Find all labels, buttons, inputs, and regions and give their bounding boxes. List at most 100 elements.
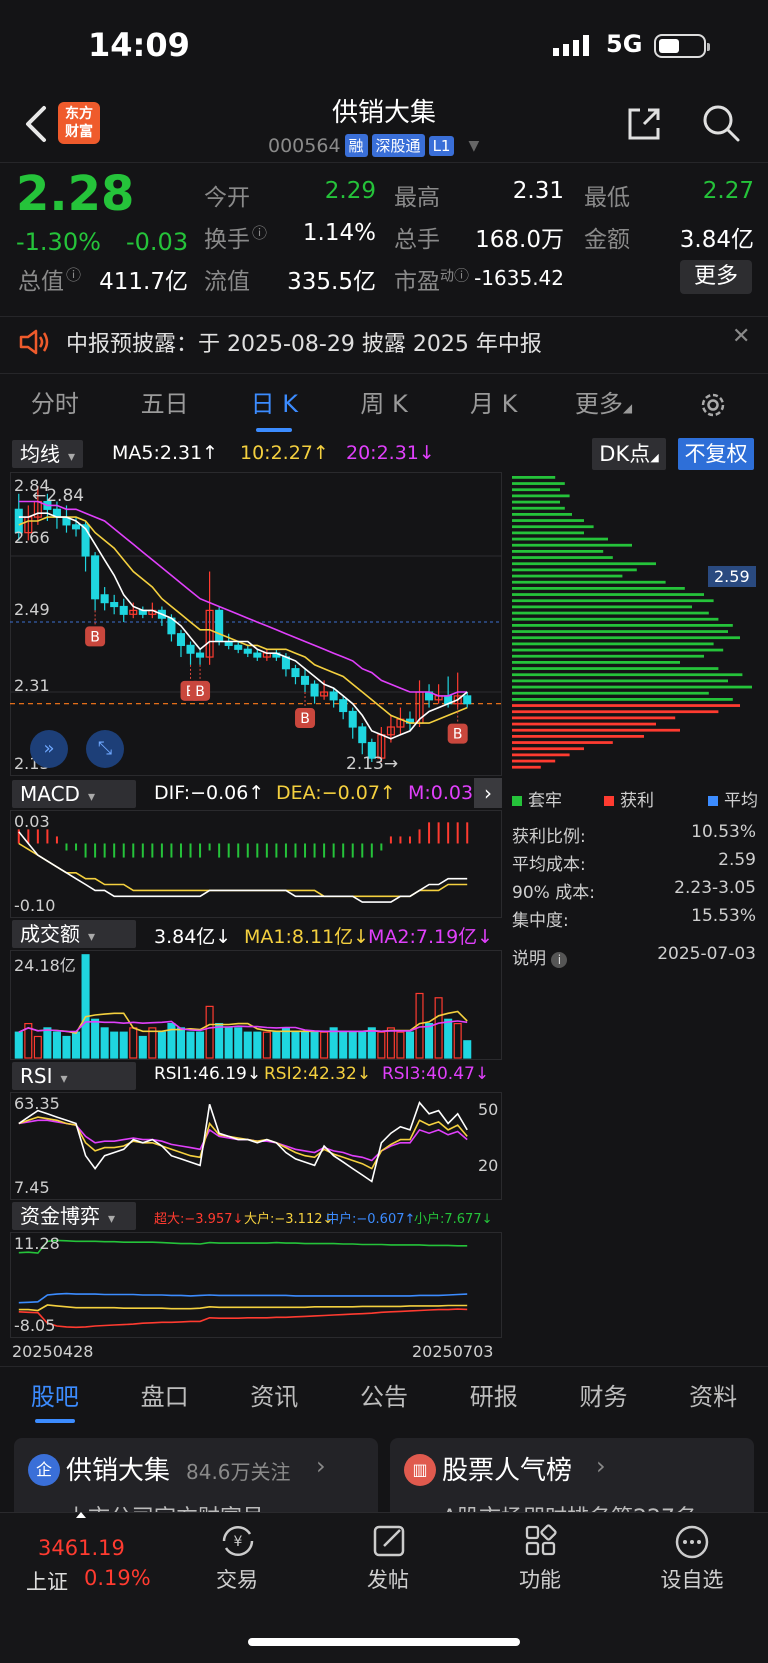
- tab-weekly-k[interactable]: 周 K: [329, 374, 439, 436]
- close-icon[interactable]: ✕: [732, 324, 750, 349]
- volume-bar: [358, 1031, 367, 1059]
- value-high: 2.31: [512, 178, 564, 204]
- tab-more[interactable]: 更多◢: [549, 374, 659, 436]
- share-icon[interactable]: [624, 104, 664, 144]
- chip-bar: [512, 673, 743, 677]
- kline-chart[interactable]: BBBBB: [10, 472, 502, 776]
- popularity-card[interactable]: ▥ 股票人气榜 › A股市场即时排名第227名: [390, 1438, 754, 1520]
- fund-y-top: 11.28: [14, 1234, 60, 1253]
- post-icon[interactable]: [372, 1524, 408, 1558]
- label-turnover-text: 换手: [204, 227, 250, 253]
- index-pct[interactable]: 0.19%: [84, 1566, 151, 1590]
- chip-bar: [512, 716, 676, 720]
- tab-announcements[interactable]: 公告: [329, 1367, 439, 1427]
- stat-value: 2.23-3.05: [674, 878, 756, 898]
- expand-icon[interactable]: ⤡: [86, 730, 124, 768]
- index-value[interactable]: 3461.19: [38, 1536, 125, 1560]
- rsi-selector[interactable]: RSI: [12, 1062, 136, 1090]
- info-icon[interactable]: ⓘ: [252, 224, 267, 242]
- more-button[interactable]: 更多: [680, 260, 752, 294]
- index-name[interactable]: 上证: [26, 1566, 68, 1596]
- adjust-button[interactable]: 不复权: [678, 438, 754, 470]
- tab-monthly-k[interactable]: 月 K: [439, 374, 549, 436]
- tab-finance[interactable]: 财务: [549, 1367, 659, 1427]
- settings-tab[interactable]: [658, 374, 768, 436]
- macd-selector[interactable]: MACD: [12, 780, 136, 808]
- candle-body: [234, 644, 243, 650]
- info-icon[interactable]: ⓘ: [66, 266, 81, 284]
- tab-forum[interactable]: 股吧: [0, 1367, 110, 1427]
- change-amount: -0.03: [126, 228, 189, 256]
- tab-intraday[interactable]: 分时: [0, 374, 110, 436]
- fund-selector[interactable]: 资金博弈: [12, 1202, 136, 1230]
- toolbar-post[interactable]: 发帖: [338, 1564, 438, 1594]
- search-icon[interactable]: [700, 102, 742, 144]
- tab-research[interactable]: 研报: [439, 1367, 549, 1427]
- candle-body: [110, 602, 119, 608]
- fast-forward-icon[interactable]: »: [30, 730, 68, 768]
- tab-orderbook[interactable]: 盘口: [110, 1367, 220, 1427]
- volume-bar: [167, 1022, 176, 1059]
- card-title: 供销大集: [66, 1456, 171, 1486]
- toolbar-add-watchlist[interactable]: 设自选: [642, 1564, 742, 1594]
- fund-super-line: [18, 1308, 468, 1329]
- status-bar: 14:09 5G: [0, 0, 768, 90]
- volume-bar: [224, 1027, 233, 1059]
- notice-text[interactable]: 中报预披露：于 2025-08-29 披露 2025 年中报: [66, 326, 542, 358]
- function-icon[interactable]: [524, 1524, 558, 1558]
- rsi-chart[interactable]: [10, 1092, 502, 1200]
- stat-label: 集中度:: [512, 911, 569, 931]
- tab-news[interactable]: 资讯: [219, 1367, 329, 1427]
- chip-bar: [512, 506, 565, 510]
- value-pe: -1635.42: [474, 266, 564, 290]
- vol-ma1: MA1:8.11亿↓: [244, 926, 370, 948]
- dk-point-button[interactable]: DK点◢: [592, 438, 666, 470]
- chip-bar: [512, 741, 613, 744]
- company-card[interactable]: 企 供销大集 84.6万关注 › 上市公司官方财富号: [14, 1438, 378, 1520]
- chip-note[interactable]: 说明 i: [512, 944, 568, 969]
- trade-icon[interactable]: ¥: [218, 1524, 258, 1558]
- candle-body: [176, 633, 186, 646]
- gear-icon[interactable]: [698, 390, 728, 420]
- stock-code-row[interactable]: 000564 融 深股通 L1 ▼: [268, 134, 479, 157]
- volume-bar: [453, 1022, 462, 1059]
- legend-profit-text: 获利: [620, 791, 654, 811]
- last-price: 2.28: [16, 166, 135, 222]
- fund-small: 小户:7.677↓: [414, 1212, 493, 1227]
- toolbar-function[interactable]: 功能: [490, 1564, 590, 1594]
- toolbar-trade[interactable]: 交易: [187, 1564, 287, 1594]
- value-turnover: 1.14%: [302, 220, 376, 246]
- fund-mid: 中户:−0.607↑: [326, 1212, 416, 1227]
- chip-bar: [512, 648, 724, 652]
- chip-bar: [512, 728, 680, 732]
- volume-chart[interactable]: [10, 950, 502, 1060]
- label-pe[interactable]: 市盈动ⓘ: [394, 262, 469, 296]
- collapse-arrow-icon[interactable]: [76, 1512, 86, 1518]
- tab-5day[interactable]: 五日: [110, 374, 220, 436]
- tab-profile[interactable]: 资料: [658, 1367, 768, 1427]
- fund-chart[interactable]: [10, 1232, 502, 1338]
- stat-value: 15.53%: [691, 906, 756, 926]
- info-icon[interactable]: ⓘ: [454, 266, 469, 284]
- info-icon[interactable]: i: [551, 952, 568, 968]
- chip-distribution[interactable]: [508, 472, 758, 776]
- next-indicator-icon[interactable]: ›: [474, 778, 502, 808]
- chip-bar: [512, 735, 644, 738]
- network-type: 5G: [606, 30, 643, 58]
- tab-daily-k[interactable]: 日 K: [219, 374, 329, 436]
- label-total-mv[interactable]: 总值 ⓘ: [18, 262, 81, 296]
- home-indicator[interactable]: [248, 1638, 520, 1646]
- macd-chart[interactable]: [10, 810, 502, 918]
- ma-selector[interactable]: 均线: [12, 440, 84, 468]
- volume-bar: [300, 1031, 310, 1059]
- chip-bar: [512, 685, 752, 689]
- rsi2-value: RSI2:42.32↓: [264, 1064, 372, 1084]
- more-dots-icon[interactable]: [674, 1524, 710, 1560]
- chip-bar: [512, 642, 714, 646]
- fund-small-line: [18, 1239, 468, 1254]
- label-turnover[interactable]: 换手 ⓘ: [204, 220, 267, 254]
- chip-bar: [512, 698, 733, 701]
- fund-big: 大户:−3.112↓: [244, 1212, 334, 1227]
- volume-selector[interactable]: 成交额: [12, 920, 136, 948]
- volume-bar: [262, 1031, 271, 1059]
